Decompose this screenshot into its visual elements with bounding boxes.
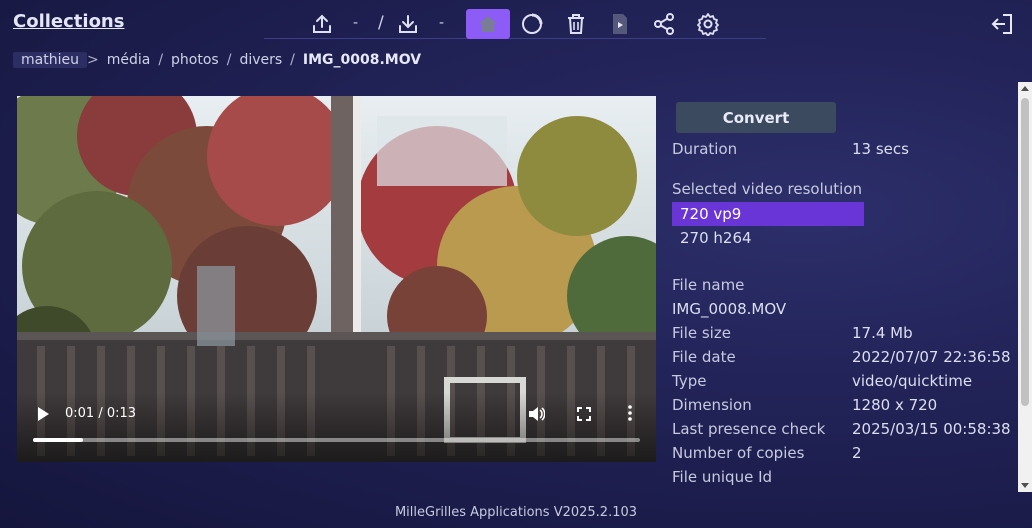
toolbar: - / - (264, 7, 766, 39)
scroll-up-icon[interactable] (1021, 86, 1029, 91)
type-value: video/quicktime (852, 372, 973, 390)
more-icon[interactable] (627, 405, 633, 425)
video-progress-fill (33, 438, 84, 442)
volume-icon[interactable] (527, 405, 546, 427)
breadcrumb-item-divers[interactable]: divers (231, 52, 290, 68)
duration-label: Duration (672, 140, 738, 158)
video-player[interactable]: 0:01 / 0:13 (17, 96, 656, 462)
file-date-label: File date (672, 348, 736, 366)
duration-value: 13 secs (852, 140, 909, 158)
unique-id-label: File unique Id (672, 468, 773, 486)
presence-check-label: Last presence check (672, 420, 826, 438)
breadcrumb-current: IMG_0008.MOV (302, 52, 422, 68)
scrollbar[interactable] (1018, 82, 1032, 492)
dimension-value: 1280 x 720 (852, 396, 938, 414)
file-size-value: 17.4 Mb (852, 324, 913, 342)
file-name-value: IMG_0008.MOV (672, 300, 787, 318)
video-time: 0:01 / 0:13 (65, 406, 137, 421)
video-controls (17, 392, 656, 462)
settings-icon[interactable] (694, 9, 722, 39)
file-date-value: 2022/07/07 22:36:58 (852, 348, 1011, 366)
breadcrumb-item-photos[interactable]: photos (163, 52, 227, 68)
download-icon[interactable] (394, 9, 422, 39)
video-progress-bar[interactable] (33, 438, 640, 442)
footer-version: MilleGrilles Applications V2025.2.103 (394, 505, 638, 520)
resolution-label: Selected video resolution (672, 180, 862, 198)
breadcrumb-item-media[interactable]: média (99, 52, 159, 68)
type-label: Type (672, 372, 707, 390)
play-icon[interactable] (36, 406, 50, 426)
video-file-icon[interactable] (606, 9, 634, 39)
logout-icon[interactable] (990, 13, 1014, 39)
app-title[interactable]: Collections (13, 11, 124, 32)
breadcrumb-item-mathieu[interactable]: mathieu (13, 52, 87, 68)
file-name-label: File name (672, 276, 745, 294)
upload-icon[interactable] (308, 9, 336, 39)
copies-value: 2 (852, 444, 862, 462)
dimension-label: Dimension (672, 396, 752, 414)
scroll-down-icon[interactable] (1021, 483, 1029, 488)
upload-separator: - (353, 15, 359, 31)
breadcrumb: mathieu > média / photos / divers / IMG_… (13, 50, 429, 70)
copies-label: Number of copies (672, 444, 805, 462)
breadcrumb-separator: > (86, 52, 99, 68)
refresh-icon[interactable] (518, 9, 546, 39)
convert-button[interactable]: Convert (676, 102, 836, 133)
presence-check-value: 2025/03/15 00:58:38 (852, 420, 1011, 438)
home-icon[interactable] (466, 9, 510, 39)
resolution-option[interactable]: 270 h264 (672, 226, 864, 250)
download-separator: - (439, 15, 445, 31)
path-separator: / (378, 13, 384, 33)
trash-icon[interactable] (562, 9, 590, 39)
share-icon[interactable] (650, 9, 678, 39)
fullscreen-icon[interactable] (577, 406, 591, 425)
resolution-option-selected[interactable]: 720 vp9 (672, 202, 864, 226)
scrollbar-thumb[interactable] (1021, 98, 1029, 406)
file-size-label: File size (672, 324, 731, 342)
